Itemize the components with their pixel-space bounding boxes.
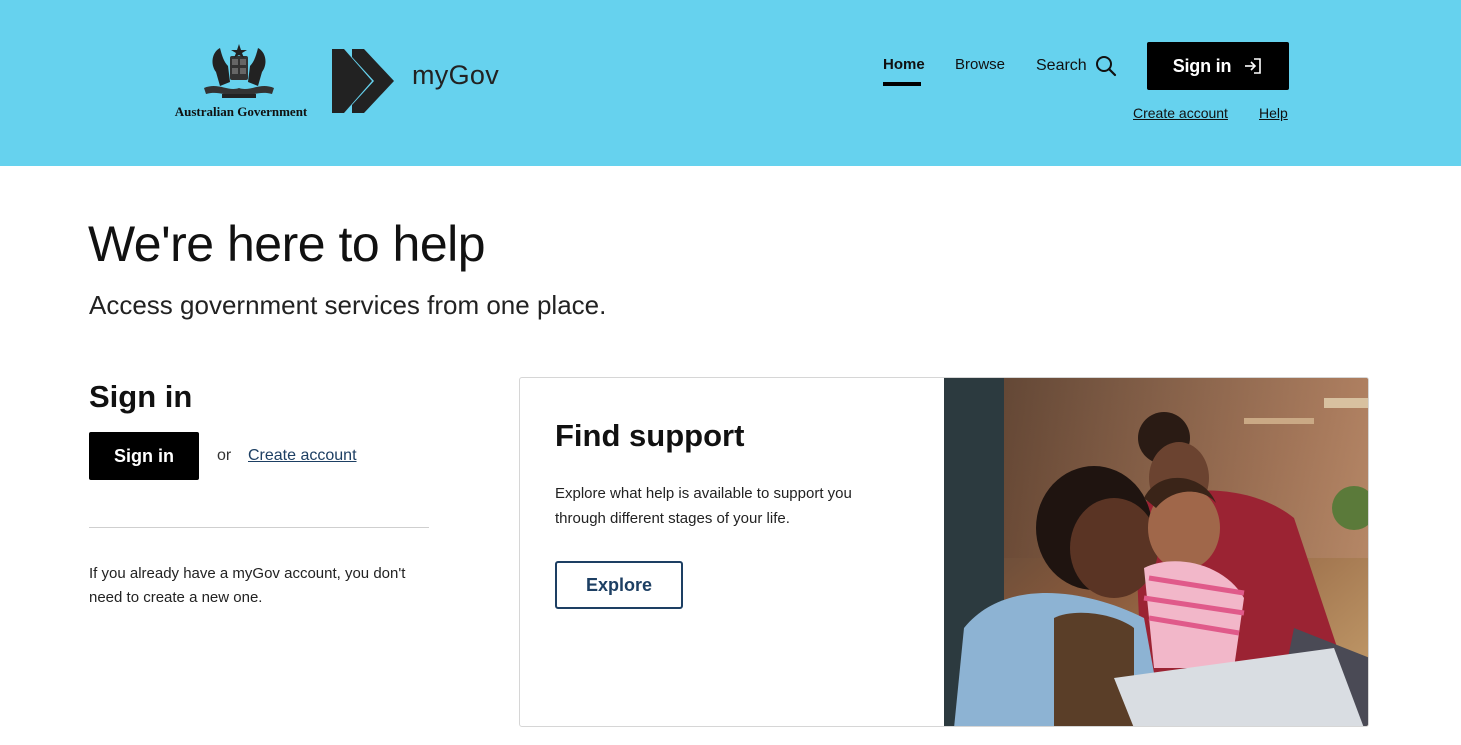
header-help-link[interactable]: Help: [1259, 105, 1288, 121]
nav-search[interactable]: Search: [1036, 55, 1117, 77]
or-separator: or: [217, 447, 232, 464]
search-icon: [1095, 56, 1116, 77]
header-sign-in-button[interactable]: Sign in: [1147, 42, 1289, 90]
family-photo: [944, 378, 1368, 726]
sign-in-button[interactable]: Sign in: [89, 432, 199, 480]
mygov-brand-name[interactable]: myGov: [412, 60, 499, 91]
find-support-card: Find support Explore what help is availa…: [519, 377, 1369, 727]
existing-account-note: If you already have a myGov account, you…: [89, 565, 406, 606]
coat-of-arms-icon: [204, 44, 274, 98]
nav-home[interactable]: Home: [883, 56, 925, 73]
nav-search-label: Search: [1036, 57, 1087, 74]
sign-in-heading: Sign in: [89, 379, 193, 414]
explore-button[interactable]: Explore: [555, 561, 683, 609]
section-divider: [89, 527, 429, 528]
nav-browse[interactable]: Browse: [955, 56, 1005, 73]
create-account-link[interactable]: Create account: [248, 447, 357, 465]
find-support-description: Explore what help is available to suppor…: [555, 485, 852, 527]
find-support-heading: Find support: [555, 418, 745, 453]
sign-in-arrow-icon: [1245, 58, 1262, 74]
nav-active-indicator: [883, 82, 921, 86]
page-subtitle: Access government services from one plac…: [89, 290, 607, 320]
header-sign-in-label: Sign in: [1172, 55, 1232, 76]
mygov-chevron-logo[interactable]: [330, 45, 396, 117]
australian-government-logo[interactable]: Australian Government: [168, 42, 314, 122]
header-create-account-link[interactable]: Create account: [1133, 105, 1228, 121]
page-title: We're here to help: [88, 216, 486, 272]
site-header: Australian Government myGov Home Browse …: [0, 0, 1461, 166]
government-name: Australian Government: [174, 104, 308, 119]
